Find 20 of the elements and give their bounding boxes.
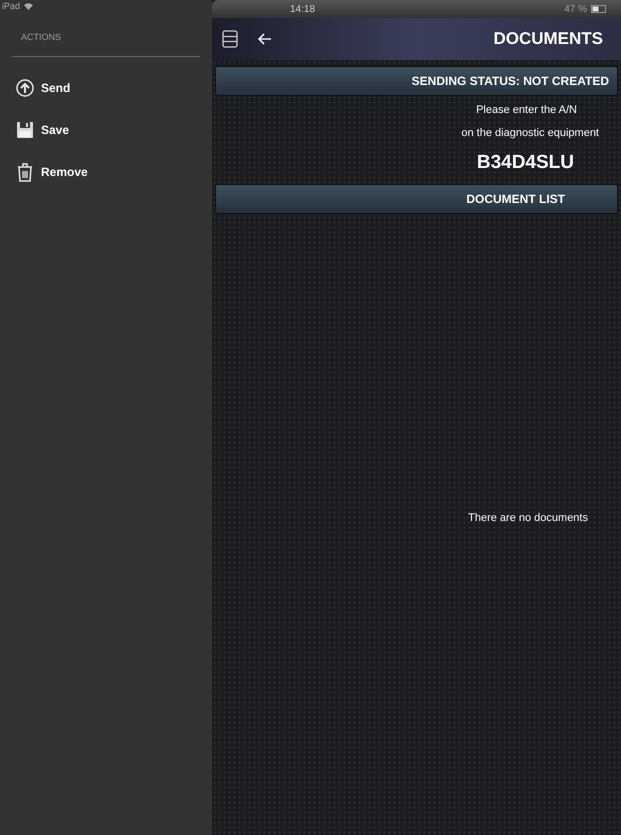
action-item[interactable]: Send	[16, 77, 196, 99]
action-item[interactable]: Remove	[16, 161, 196, 183]
instruction-text: on the diagnostic equipment	[461, 126, 599, 140]
battery-icon	[591, 5, 607, 13]
page-title: DOCUMENTS	[493, 28, 603, 50]
trash-icon	[16, 162, 34, 182]
action-item[interactable]: Save	[16, 119, 196, 141]
battery-percent: 47 %	[564, 2, 587, 16]
sidebar-title: ACTIONS	[21, 32, 62, 42]
back-arrow-icon[interactable]	[258, 33, 272, 45]
empty-message: There are no documents	[468, 510, 588, 526]
menu-icon[interactable]	[222, 30, 238, 48]
document-list-header: DOCUMENT LIST	[215, 184, 618, 214]
time: 14:18	[290, 2, 316, 16]
device-code: B34D4SLU	[476, 151, 574, 175]
wifi-icon	[24, 2, 34, 10]
up-arrow-circle-icon	[16, 79, 34, 97]
sending-status-bar: SENDING STATUS: NOT CREATED	[215, 66, 618, 96]
instruction-text: Please enter the A/N	[476, 103, 577, 118]
device-name: iPad	[2, 2, 20, 10]
